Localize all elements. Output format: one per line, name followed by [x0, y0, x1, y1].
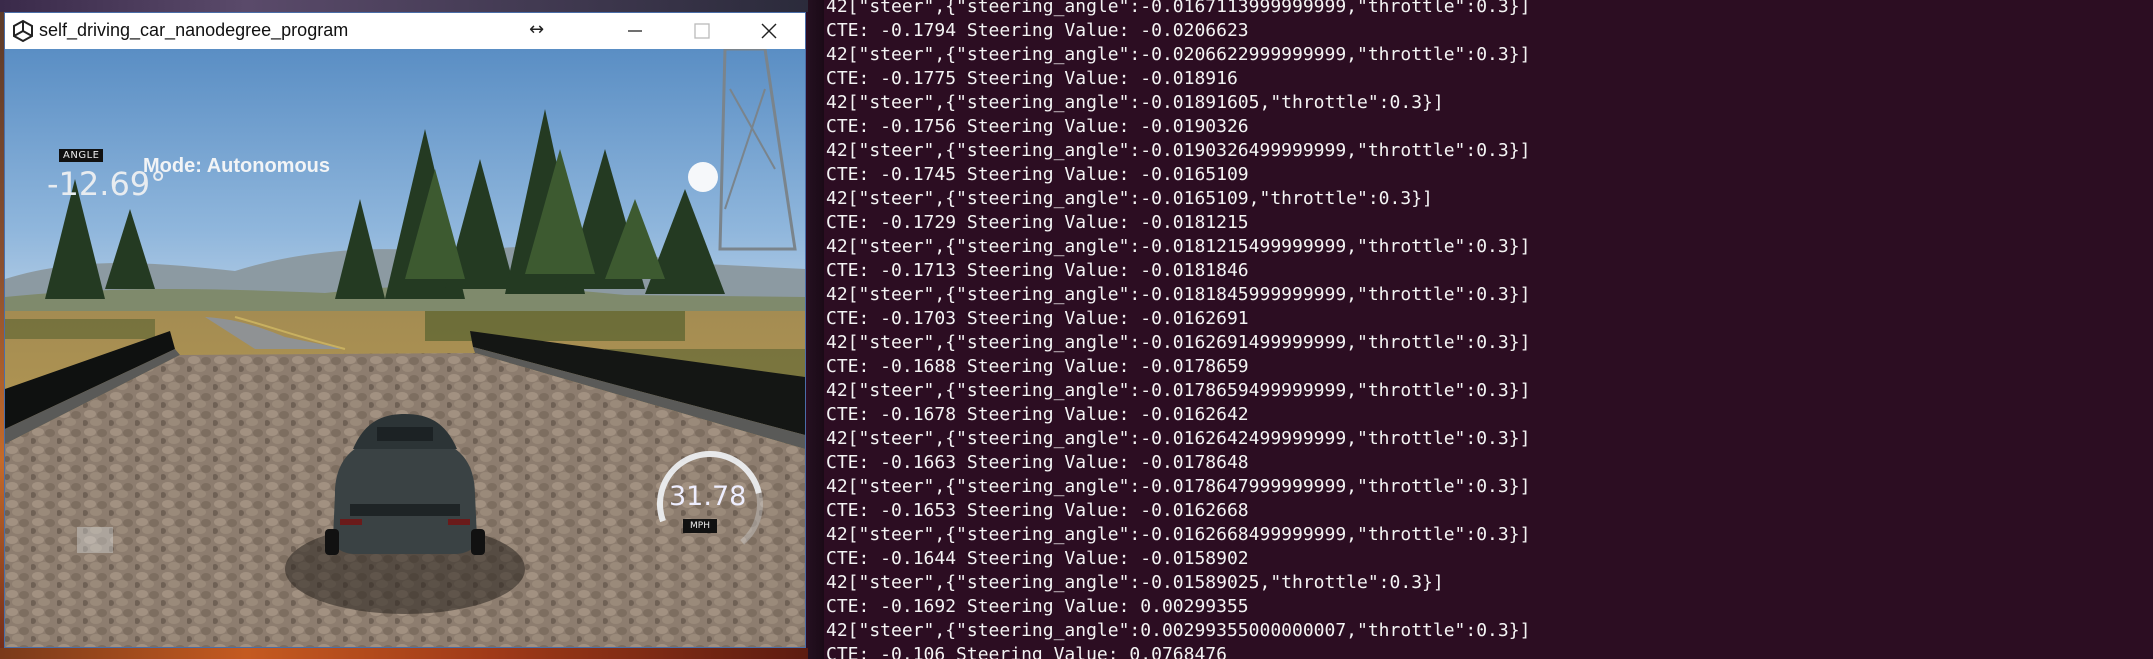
game-viewport[interactable]: ANGLE -12.69° Mode: Autonomous 31.78 MPH — [5, 49, 805, 647]
throttle-indicator — [77, 527, 113, 553]
terminal-line: CTE: -0.1692 Steering Value: 0.00299355 — [826, 596, 1249, 617]
terminal-line: CTE: -0.1713 Steering Value: -0.0181846 — [826, 260, 1249, 281]
terminal-line: 42["steer",{"steering_angle":-0.01626914… — [826, 332, 1531, 353]
angle-label: ANGLE — [59, 149, 104, 162]
terminal-line: 42["steer",{"steering_angle":-0.01812154… — [826, 236, 1531, 257]
terminal-line: CTE: -0.1688 Steering Value: -0.0178659 — [826, 356, 1249, 377]
terminal-line: CTE: -0.1729 Steering Value: -0.0181215 — [826, 212, 1249, 233]
terminal-line: CTE: -0.1644 Steering Value: -0.0158902 — [826, 548, 1249, 569]
terminal-output: 42["steer",{"steering_angle":-0.01671139… — [826, 0, 1530, 659]
terminal-line: 42["steer",{"steering_angle":-0.01818459… — [826, 284, 1531, 305]
terminal-line: CTE: -0.1745 Steering Value: -0.0165109 — [826, 164, 1249, 185]
minimize-button[interactable] — [605, 13, 667, 49]
unity-icon — [11, 19, 35, 43]
speed-unit-label: MPH — [683, 519, 717, 533]
terminal-line: 42["steer",{"steering_angle":-0.01589025… — [826, 572, 1444, 593]
terminal-line: CTE: -0.1794 Steering Value: -0.0206623 — [826, 20, 1249, 41]
terminal-line: CTE: -0.1703 Steering Value: -0.0162691 — [826, 308, 1249, 329]
terminal-line: 42["steer",{"steering_angle":-0.01786479… — [826, 476, 1531, 497]
terminal-line: 42["steer",{"steering_angle":-0.01786594… — [826, 380, 1531, 401]
terminal-line: 42["steer",{"steering_angle":-0.01903264… — [826, 140, 1531, 161]
speed-value: 31.78 — [669, 481, 747, 512]
terminal-line: CTE: -0.1756 Steering Value: -0.0190326 — [826, 116, 1249, 137]
terminal-line: 42["steer",{"steering_angle":0.002993550… — [826, 620, 1531, 641]
terminal-window[interactable]: 42["steer",{"steering_angle":-0.01671139… — [824, 0, 2153, 659]
terminal-line: 42["steer",{"steering_angle":-0.02066229… — [826, 44, 1531, 65]
close-button[interactable] — [739, 13, 801, 49]
window-titlebar[interactable]: self_driving_car_nanodegree_program ↔ — [5, 13, 805, 49]
terminal-line: CTE: -0.1775 Steering Value: -0.018916 — [826, 68, 1238, 89]
terminal-line: 42["steer",{"steering_angle":-0.01671139… — [826, 0, 1531, 17]
terminal-line: CTE: -0.1663 Steering Value: -0.0178648 — [826, 452, 1249, 473]
simulator-window[interactable]: self_driving_car_nanodegree_program ↔ AN… — [4, 12, 806, 648]
desktop-wallpaper-bottom — [0, 648, 820, 659]
terminal-line: 42["steer",{"steering_angle":-0.0165109,… — [826, 188, 1433, 209]
move-icon[interactable]: ↔ — [529, 19, 544, 40]
minimize-icon — [628, 30, 642, 32]
terminal-line: 42["steer",{"steering_angle":-0.01891605… — [826, 92, 1444, 113]
mode-status: Mode: Autonomous — [143, 155, 331, 177]
maximize-icon — [694, 23, 710, 39]
close-icon — [761, 23, 777, 39]
terminal-line: CTE: -0.1653 Steering Value: -0.0162668 — [826, 500, 1249, 521]
window-divider — [808, 0, 824, 659]
maximize-button[interactable] — [672, 13, 734, 49]
simulator-scene — [5, 49, 805, 647]
terminal-line: CTE: -0.1678 Steering Value: -0.0162642 — [826, 404, 1249, 425]
window-title: self_driving_car_nanodegree_program — [39, 20, 349, 40]
terminal-line: 42["steer",{"steering_angle":-0.01626684… — [826, 524, 1531, 545]
terminal-line: CTE: -0.106 Steering Value: 0.0768476 — [826, 644, 1227, 659]
desktop-wallpaper-top — [0, 0, 820, 12]
terminal-line: 42["steer",{"steering_angle":-0.01626424… — [826, 428, 1531, 449]
